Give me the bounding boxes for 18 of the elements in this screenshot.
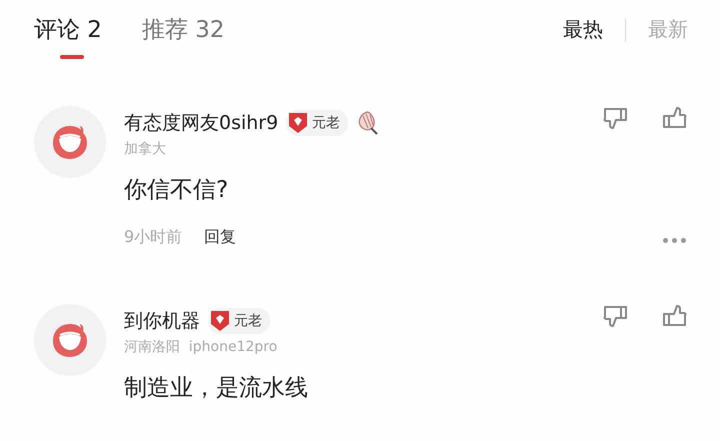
author-name: 到你机器: [124, 309, 200, 334]
reply-link[interactable]: 回复: [204, 227, 236, 248]
comment-tab[interactable]: 推荐 32: [142, 14, 225, 61]
more-button[interactable]: [663, 238, 686, 243]
comment-text: 你信不信?: [124, 176, 230, 205]
location-text: 加拿大: [124, 140, 167, 158]
author-name: 有态度网友0sihr9: [124, 111, 278, 136]
rank-label: 元老: [234, 312, 262, 330]
shield-icon: [210, 310, 230, 332]
comment-tab[interactable]: 评论 2: [34, 14, 102, 61]
time-text: 9小时前: [124, 227, 182, 248]
active-tab-indicator: [60, 55, 84, 59]
shield-icon: [288, 112, 308, 134]
seed-icon: [356, 110, 380, 136]
rank-label: 元老: [312, 114, 340, 132]
sort-option[interactable]: 最热: [563, 16, 603, 43]
location-text: 河南洛阳 iphone12pro: [124, 338, 278, 356]
comment-text: 制造业，是流水线: [124, 374, 309, 403]
